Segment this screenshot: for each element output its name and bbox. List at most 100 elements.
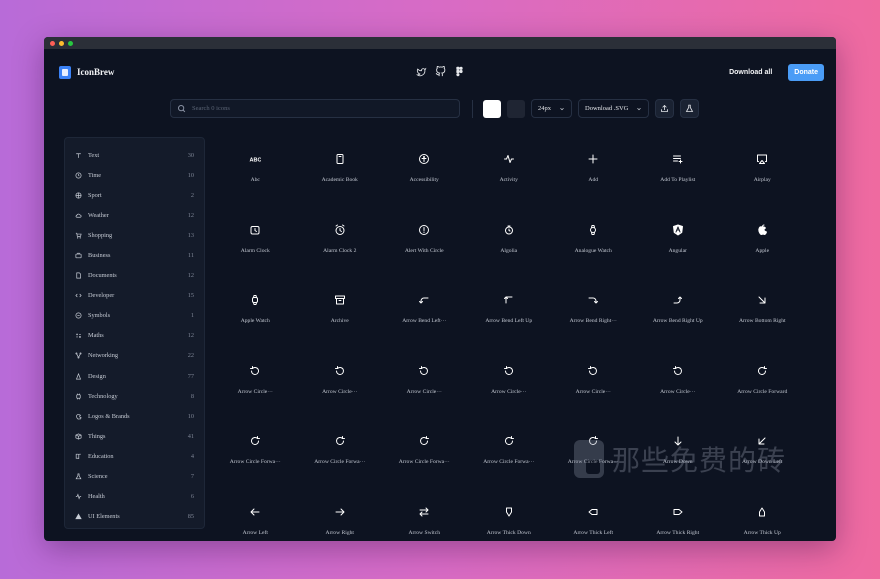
icon-card[interactable]: Arrow Circle··· (467, 357, 552, 428)
icon-card[interactable]: Arrow Circle··· (213, 357, 298, 428)
sidebar-item-developer[interactable]: Developer 15 (75, 286, 194, 306)
icon-card[interactable]: Apple (720, 216, 805, 287)
sidebar-item-shopping[interactable]: Shopping 13 (75, 225, 194, 245)
icon-card[interactable]: Arrow Left (213, 498, 298, 542)
social-links (416, 66, 465, 77)
sidebar-item-count: 8 (190, 392, 194, 400)
icon-card[interactable]: Arrow Thick Left (551, 498, 636, 542)
icon-card[interactable]: Arrow Bend Right Up (636, 286, 721, 357)
icon-card-label: Alarm Clock (240, 247, 270, 254)
icon-card[interactable]: Add To Playlist (636, 145, 721, 216)
icon-card[interactable]: Arrow Circle··· (298, 357, 383, 428)
sidebar-item-design[interactable]: Design 77 (75, 366, 194, 386)
icon-card[interactable]: Algolia (467, 216, 552, 287)
sidebar-item-business[interactable]: Business 11 (75, 245, 194, 265)
github-icon[interactable] (435, 66, 446, 77)
sidebar-item-weather[interactable]: Weather 12 (75, 205, 194, 225)
icon-card[interactable]: Arrow Thick Right (636, 498, 721, 542)
icon-card[interactable]: Arrow Thick Down (467, 498, 552, 542)
share-button[interactable] (655, 99, 675, 118)
sidebar-item-symbols[interactable]: Symbols 1 (75, 306, 194, 326)
sidebar-item-logos-brands[interactable]: Logos & Brands 10 (75, 406, 194, 426)
donate-button[interactable]: Donate (788, 63, 824, 81)
ball-icon (75, 192, 82, 199)
sidebar-item-health[interactable]: Health 6 (75, 487, 194, 507)
download-format-select[interactable]: Download .SVG (578, 99, 650, 118)
icon-card[interactable]: Activity (467, 145, 552, 216)
icon-card[interactable]: Arrow Circle Forwa··· (382, 427, 467, 498)
icon-card[interactable]: Angular (636, 216, 721, 287)
icon-card[interactable]: Accessibility (382, 145, 467, 216)
icon-card[interactable]: Arrow Bend Right··· (551, 286, 636, 357)
icon-card[interactable]: Arrow Circle Forwa··· (213, 427, 298, 498)
icon-card[interactable]: Add (551, 145, 636, 216)
triangle-icon (75, 513, 82, 520)
icon-card[interactable]: Analogue Watch (551, 216, 636, 287)
sidebar-item-documents[interactable]: Documents 12 (75, 266, 194, 286)
icon-card[interactable]: Arrow Circle··· (382, 357, 467, 428)
download-all-link[interactable]: Download all (729, 69, 772, 76)
icon-card[interactable]: Airplay (720, 145, 805, 216)
sidebar-item-count: 12 (187, 332, 194, 340)
box-icon (75, 433, 82, 440)
cloud-icon (75, 212, 82, 219)
icon-card-label: Abc (250, 177, 260, 183)
svg-text:ABC: ABC (250, 158, 262, 164)
sidebar-item-ui-elements[interactable]: UI Elements 85 (75, 507, 194, 527)
sidebar-item-time[interactable]: Time 10 (75, 165, 194, 185)
icon-card-label: Angular (668, 247, 687, 254)
icon-card[interactable]: ABC Abc (213, 145, 298, 216)
close-window-dot[interactable] (50, 40, 55, 46)
chevron-down-icon (637, 107, 642, 110)
sidebar-item-maths[interactable]: Maths 12 (75, 326, 194, 346)
icon-card[interactable]: Arrow Circle··· (551, 357, 636, 428)
icon-card[interactable]: Arrow Thick Up (720, 498, 805, 542)
minimize-window-dot[interactable] (59, 40, 64, 46)
icon-card[interactable]: Apple Watch (213, 286, 298, 357)
twitter-icon[interactable] (416, 66, 427, 77)
icon-card[interactable]: Alarm Clock 2 (298, 216, 383, 287)
app-logo[interactable]: IconBrew (59, 65, 114, 79)
arrow-circle-forward-icon (503, 435, 515, 447)
apple-icon (756, 224, 768, 236)
size-select[interactable]: 24px (531, 99, 572, 118)
sidebar-item-education[interactable]: Education 4 (75, 446, 194, 466)
icon-card[interactable]: Arrow Circle Forwa··· (298, 427, 383, 498)
academic-book-icon (334, 153, 346, 165)
icon-card[interactable]: Alarm Clock (213, 216, 298, 287)
color-swatch-light[interactable] (483, 99, 501, 118)
sidebar-item-networking[interactable]: Networking 22 (75, 346, 194, 366)
search-input[interactable]: Search 0 icons (170, 99, 460, 118)
sidebar-item-text[interactable]: Text 30 (75, 145, 194, 165)
icon-card[interactable]: Arrow Bend Left··· (382, 286, 467, 357)
icon-card[interactable]: Arrow Bottom Right (720, 286, 805, 357)
experiment-button[interactable] (680, 99, 700, 118)
icon-card[interactable]: Academic Book (298, 145, 383, 216)
color-swatch-dark[interactable] (507, 99, 525, 118)
icon-card-label: Accessibility (409, 177, 439, 183)
sidebar-item-count: 7 (190, 473, 194, 481)
sidebar-item-things[interactable]: Things 41 (75, 426, 194, 446)
sidebar-item-count: 12 (187, 211, 194, 219)
icon-card-label: Arrow Thick Right (656, 529, 700, 536)
icon-card-label: Arrow Left (242, 529, 268, 536)
icon-card-label: Arrow Circle··· (491, 388, 527, 395)
figma-icon[interactable] (454, 66, 465, 77)
sidebar-item-sport[interactable]: Sport 2 (75, 185, 194, 205)
sidebar-item-science[interactable]: Science 7 (75, 467, 194, 487)
icon-card[interactable]: Arrow Circle Forward (720, 357, 805, 428)
maximize-window-dot[interactable] (68, 40, 73, 46)
sidebar-item-technology[interactable]: Technology 8 (75, 386, 194, 406)
icon-card[interactable]: Arrow Switch (382, 498, 467, 542)
code-icon (75, 292, 82, 299)
icon-card-label: Arrow Bend Left Up (485, 318, 533, 324)
icon-card[interactable]: Arrow Bend Left Up (467, 286, 552, 357)
icon-card-label: Arrow Circle Forwa··· (314, 459, 366, 465)
sidebar-item-label: Shopping (88, 231, 113, 239)
icon-card[interactable]: Alert With Circle (382, 216, 467, 287)
icon-card[interactable]: Arrow Right (298, 498, 383, 542)
icon-card[interactable]: Arrow Circle··· (636, 357, 721, 428)
icon-card[interactable]: Arrow Circle Forwa··· (467, 427, 552, 498)
icon-card[interactable]: Archive (298, 286, 383, 357)
pulse-icon (75, 493, 82, 500)
